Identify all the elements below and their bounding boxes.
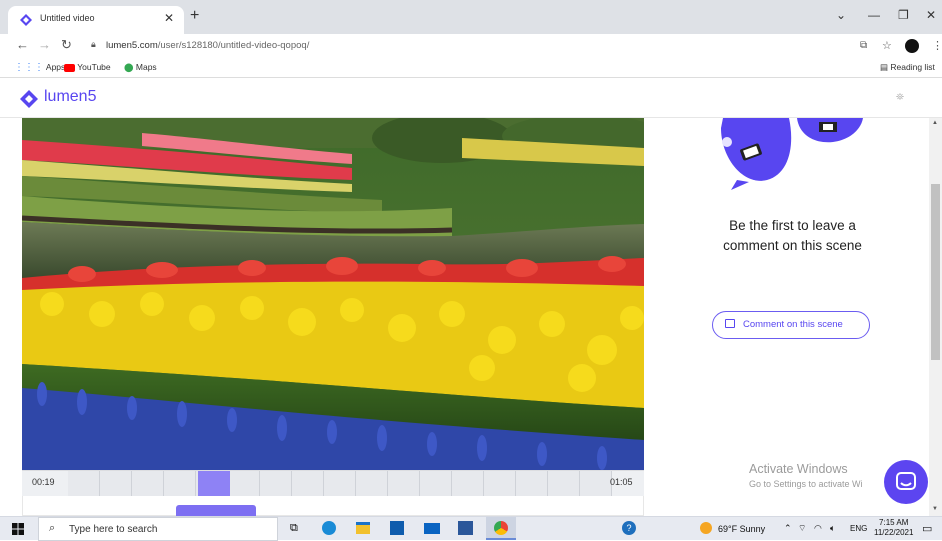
language-indicator[interactable]: ENG [850,524,867,533]
timeline-frames[interactable] [68,471,612,496]
new-tab-icon[interactable]: + [190,7,199,25]
tulip-garden-image [22,118,644,470]
share-icon[interactable]: ⧉ [860,40,867,51]
maps-pin-icon: ⬤ [124,62,134,72]
volume-icon[interactable]: 🔈︎ [830,523,835,534]
bookmark-label: YouTube [77,62,111,72]
comment-empty-message: Be the first to leave a comment on this … [655,216,930,256]
watermark-title: Activate Windows [749,462,848,476]
tab-search-icon[interactable]: ⌄ [836,8,846,22]
tray-chevron-icon[interactable]: ⌃ [784,523,792,534]
weather-text[interactable]: 69°F Sunny [718,524,765,534]
browser-menu-icon[interactable]: ⋮ [932,39,942,52]
scroll-down-icon[interactable]: ▼ [932,506,938,512]
windows-taskbar: ⌕ Type here to search ⧉ ? 69°F Sunny ⌃ ⌔… [0,516,942,541]
tab-title: Untitled video [40,13,95,23]
windows-start-icon[interactable] [12,523,24,535]
reading-list[interactable]: ▤ Reading list [880,62,935,73]
notifications-icon[interactable]: ▭ [922,522,932,535]
clock-time: 7:15 AM [879,518,909,527]
comment-on-scene-button[interactable]: Comment on this scene [712,311,870,339]
app-header: lumen5 ⛯ [0,78,942,118]
notification-icon[interactable]: ⛯ [896,92,904,103]
bookmark-apps[interactable]: ⋮⋮⋮ Apps [14,62,65,73]
forward-icon[interactable]: → [38,37,51,52]
bookmark-label: Maps [135,62,157,72]
close-window-icon[interactable]: ✕ [926,8,936,22]
reload-icon[interactable]: ↻ [61,37,72,53]
scene-tab-handle[interactable] [176,505,256,516]
taskbar-search-box[interactable]: ⌕ Type here to search [38,517,278,541]
comment-panel: Be the first to leave a comment on this … [655,118,930,516]
weather-sun-icon [700,522,712,534]
chrome-icon [494,521,508,535]
help-icon[interactable]: ? [622,521,636,535]
clock[interactable]: 7:15 AM 11/22/2021 [874,518,913,538]
minimize-icon[interactable]: — [868,8,880,22]
url-text: lumen5.com/user/s128180/untitled-video-q… [106,40,309,51]
profile-avatar[interactable] [905,39,919,53]
reading-list-icon: ▤ [880,62,889,72]
lumen5-logo-icon[interactable] [20,90,42,108]
browser-tab[interactable]: Untitled video ✕ [8,6,184,34]
lock-icon: 🔒︎ [91,39,96,49]
comment-button-label: Comment on this scene [743,319,843,330]
edge-icon[interactable] [322,521,336,535]
lumen5-favicon-icon [20,14,32,26]
comment-message-line1: Be the first to leave a [729,218,856,233]
bookmarks-bar: ⋮⋮⋮ Apps YouTube ⬤ Maps ▤ Reading list [0,58,942,78]
clock-date: 11/22/2021 [874,528,914,537]
browser-tab-strip: Untitled video ✕ + ⌄ — ❐ ✕ [0,0,942,34]
page-scrollbar[interactable]: ▲ ▼ [929,118,942,516]
apps-grid-icon: ⋮⋮⋮ [14,62,44,73]
network-icon[interactable]: ⌔ [798,523,806,534]
scene-footer [22,496,644,516]
restore-icon[interactable]: ❐ [898,8,909,22]
timeline-end-time: 01:05 [610,477,633,487]
watermark-subtitle: Go to Settings to activate Wi [749,479,863,489]
url-host: lumen5.com [106,40,158,51]
bookmark-maps[interactable]: ⬤ Maps [124,62,157,73]
url-path: /user/s128180/untitled-video-qopoq/ [157,40,310,51]
reading-list-label: Reading list [890,62,935,72]
store-icon[interactable] [390,521,404,535]
activate-windows-watermark: Activate Windows Go to Settings to activ… [749,462,863,489]
bookmark-star-icon[interactable]: ☆ [882,39,892,52]
comment-icon [725,319,735,328]
bookmark-label: Apps [45,62,66,72]
timeline-playhead[interactable] [198,471,230,496]
comment-illustration-icon [721,118,863,190]
mail-icon[interactable] [424,523,440,534]
scene-timeline[interactable]: 00:19 01:05 [22,470,644,496]
wifi-icon[interactable]: ◠ [814,523,822,534]
comment-message-line2: comment on this scene [723,238,862,253]
timeline-start-time: 00:19 [32,477,55,487]
address-bar[interactable]: 🔒︎ lumen5.com/user/s128180/untitled-vide… [86,36,876,56]
search-icon: ⌕ [49,522,56,534]
youtube-icon [64,63,75,72]
scroll-up-icon[interactable]: ▲ [932,120,938,126]
scrollbar-thumb[interactable] [931,184,940,360]
lumen5-logo-text[interactable]: lumen5 [44,88,96,106]
chat-launcher-button[interactable] [884,460,928,504]
file-explorer-icon[interactable] [356,522,370,534]
word-icon[interactable] [458,521,473,535]
close-tab-icon[interactable]: ✕ [164,11,174,25]
chrome-taskbar-button[interactable] [486,517,516,540]
chat-icon [896,472,916,490]
browser-toolbar: ← → ↻ 🔒︎ lumen5.com/user/s128180/untitle… [0,34,942,58]
search-placeholder: Type here to search [69,524,158,535]
scene-video-preview[interactable] [22,118,644,470]
task-view-icon[interactable]: ⧉ [290,522,298,535]
back-icon[interactable]: ← [16,37,29,52]
bookmark-youtube[interactable]: YouTube [64,62,111,72]
